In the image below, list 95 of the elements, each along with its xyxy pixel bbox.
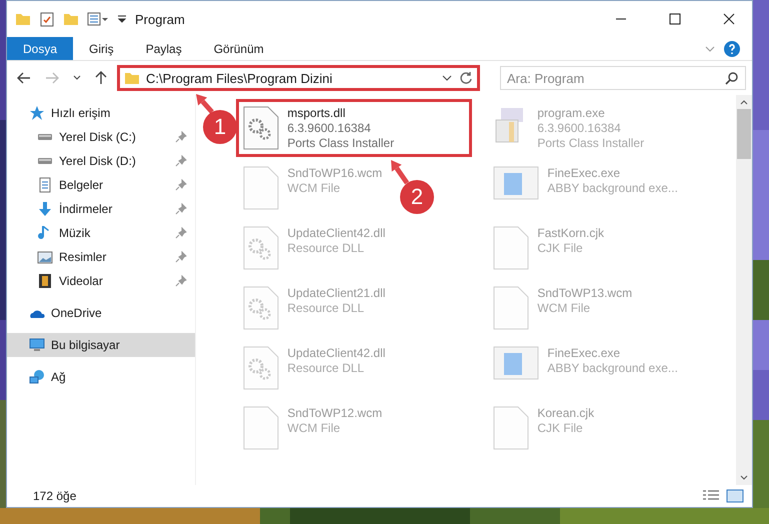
file-detail: Resource DLL	[287, 301, 366, 315]
drive-icon	[37, 157, 53, 165]
file-name: SndToWP13.wcm	[537, 286, 632, 300]
gear-document-icon	[243, 106, 280, 150]
checklist-icon	[39, 11, 55, 27]
file-detail: ABBY background exe...	[547, 361, 678, 375]
search-icon	[725, 71, 739, 85]
application-icon	[493, 346, 540, 380]
large-icons-view-icon	[726, 489, 744, 503]
file-name: msports.dll	[287, 106, 346, 120]
ribbon-tab[interactable]: Paylaş	[130, 37, 198, 60]
address-path: C:\Program Files\Program Dizini	[146, 70, 334, 86]
document-icon	[243, 406, 280, 450]
pin-icon	[175, 179, 188, 191]
file-detail: ABBY background exe...	[547, 181, 678, 195]
film-icon	[37, 273, 53, 289]
file-detail: 6.3.9600.16384	[287, 121, 372, 135]
sidebar-item[interactable]: Hızlı erişim	[7, 101, 196, 125]
file-name: FineExec.exe	[547, 346, 622, 360]
file-name: SndToWP12.wcm	[287, 406, 382, 420]
gear-document-icon	[243, 346, 280, 390]
file-detail: 6.3.9600.16384	[537, 121, 622, 135]
item-count: 172 öğe	[33, 489, 78, 503]
address-bar[interactable]: C:\Program Files\Program Dizini	[117, 65, 480, 91]
network-icon	[29, 369, 45, 385]
sidebar-item[interactable]: Videolar	[7, 269, 196, 293]
window-title: Program	[135, 12, 186, 26]
sidebar-item[interactable]: Ağ	[7, 365, 196, 389]
file-name: program.exe	[537, 106, 606, 120]
file-detail: WCM File	[287, 181, 342, 195]
document-icon	[37, 177, 53, 193]
file-name: UpdateClient21.dll	[287, 286, 386, 300]
file-detail: Ports Class Installer	[537, 136, 644, 150]
file-detail: CJK File	[537, 421, 584, 435]
sidebar-item[interactable]: Yerel Disk (D:)	[7, 149, 196, 173]
sidebar-item[interactable]: Belgeler	[7, 173, 196, 197]
gear-document-icon	[243, 286, 280, 330]
chevron-down-icon	[73, 75, 81, 81]
refresh-icon	[459, 71, 473, 85]
document-icon	[493, 226, 530, 270]
ribbon-tab[interactable]: Dosya	[7, 37, 74, 60]
file-detail: Resource DLL	[287, 241, 366, 255]
document-icon	[243, 166, 280, 210]
file-name: Korean.cjk	[537, 406, 594, 420]
annotation-arrow	[196, 94, 214, 114]
sidebar-item[interactable]: Bu bilgisayar	[7, 333, 196, 357]
scrollbar-thumb[interactable]	[737, 109, 752, 159]
file-item[interactable]: msports.dll 6.3.9600.16384 Ports Class Installer	[236, 99, 472, 157]
file-name: SndToWP16.wcm	[287, 166, 382, 180]
close-icon	[723, 13, 735, 25]
chevron-down-icon	[704, 44, 716, 52]
folder-icon	[15, 11, 31, 27]
monitor-icon	[29, 337, 45, 353]
image-icon	[37, 249, 53, 265]
ribbon-tab[interactable]: Giriş	[73, 37, 130, 60]
application-icon	[493, 166, 540, 200]
sidebar-item[interactable]: OneDrive	[7, 301, 196, 325]
file-detail: WCM File	[287, 421, 342, 435]
search-field[interactable]: Ara: Program	[500, 66, 746, 90]
ribbon-tab[interactable]: Görünüm	[198, 37, 280, 60]
minimize-icon	[615, 18, 627, 20]
pin-icon	[175, 155, 188, 167]
pin-icon	[175, 131, 188, 143]
star-icon	[29, 105, 45, 121]
back-arrow-icon	[17, 72, 31, 84]
maximize-icon	[669, 13, 681, 25]
pin-icon	[175, 227, 188, 239]
sidebar-item[interactable]: Müzik	[7, 221, 196, 245]
file-name: UpdateClient42.dll	[287, 346, 386, 360]
folder-icon	[124, 70, 140, 86]
pin-icon	[175, 203, 188, 215]
pin-icon	[175, 251, 188, 263]
file-name: FastKorn.cjk	[537, 226, 604, 240]
sidebar-item[interactable]: Yerel Disk (C:)	[7, 125, 196, 149]
file-detail: Ports Class Installer	[287, 136, 394, 150]
gear-document-icon	[243, 226, 280, 270]
file-name: FineExec.exe	[547, 166, 622, 180]
properties-icon	[87, 11, 109, 27]
folder-icon	[63, 11, 79, 27]
sidebar-item[interactable]: İndirmeler	[7, 197, 196, 221]
scrollbar[interactable]	[736, 95, 752, 485]
up-arrow-icon	[95, 71, 107, 85]
download-icon	[37, 201, 53, 217]
file-detail: WCM File	[537, 301, 592, 315]
drive-icon	[37, 133, 53, 141]
document-icon	[493, 406, 530, 450]
sidebar-item[interactable]: Resimler	[7, 245, 196, 269]
help-icon	[724, 40, 740, 56]
annotation-arrow	[391, 160, 410, 184]
document-icon	[493, 286, 530, 330]
file-name: UpdateClient42.dll	[287, 226, 386, 240]
file-detail: CJK File	[537, 241, 584, 255]
file-detail: Resource DLL	[287, 361, 366, 375]
pin-icon	[175, 275, 188, 287]
forward-arrow-icon	[45, 72, 59, 84]
